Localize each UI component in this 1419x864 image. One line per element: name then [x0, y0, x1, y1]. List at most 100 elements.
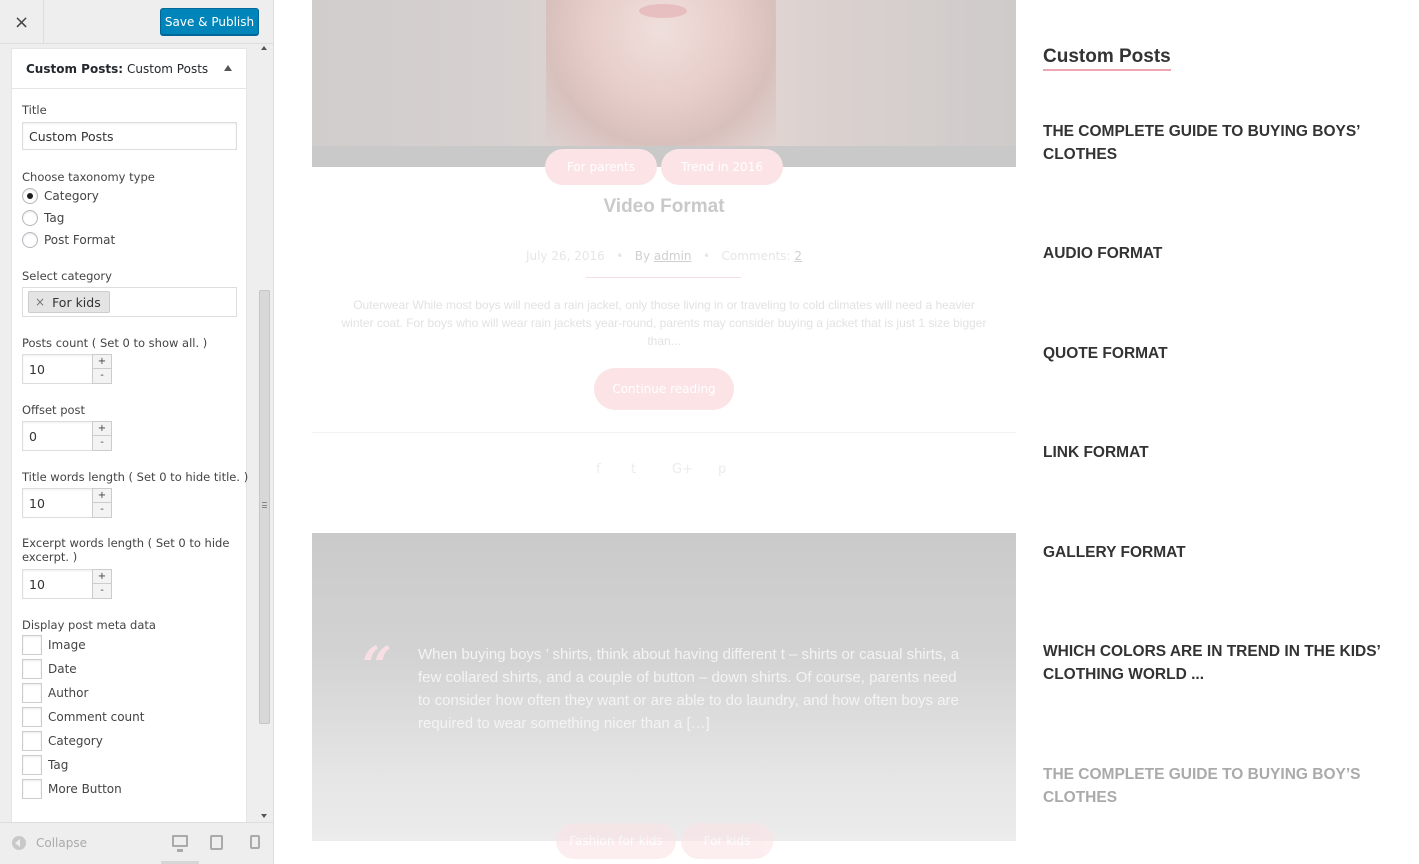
radio-tag[interactable]	[22, 210, 38, 226]
increment-button[interactable]: +	[93, 355, 111, 369]
meta-option-tag[interactable]: Tag	[22, 755, 68, 775]
radio-label: Category	[44, 189, 99, 203]
quote-post: “ When buying boys ’ shirts, think about…	[312, 533, 1016, 841]
customizer-root: × Save & Publish Custom Posts: Custom Po…	[0, 0, 1419, 864]
sidebar-post-link[interactable]: Gallery Format	[1043, 541, 1383, 564]
comments-count-link[interactable]: 2	[794, 249, 802, 263]
checkbox-category[interactable]	[22, 731, 42, 751]
post-featured-image[interactable]	[312, 0, 1016, 167]
desktop-preview-icon[interactable]	[172, 835, 188, 852]
scrollbar-thumb[interactable]	[259, 290, 270, 724]
decrement-button[interactable]: -	[93, 436, 111, 450]
mobile-preview-icon[interactable]	[250, 835, 260, 849]
pinterest-icon[interactable]: p	[718, 462, 726, 477]
title-label: Title	[22, 103, 47, 117]
panel-footer: Collapse	[0, 822, 273, 864]
remove-tag-icon[interactable]: ×	[35, 295, 45, 309]
meta-option-comment-count[interactable]: Comment count	[22, 707, 144, 727]
close-icon[interactable]: ×	[0, 0, 44, 44]
category-pill[interactable]: Trend in 2016	[661, 149, 783, 185]
title-words-label: Title words length ( Set 0 to hide title…	[22, 470, 249, 484]
checkbox-label: More Button	[48, 782, 122, 796]
increment-button[interactable]: +	[93, 489, 111, 503]
checkbox-more-button[interactable]	[22, 779, 42, 799]
decrement-button[interactable]: -	[93, 369, 111, 383]
category-label: Select category	[22, 269, 112, 283]
checkbox-label: Author	[48, 686, 89, 700]
increment-button[interactable]: +	[93, 570, 111, 584]
post-title[interactable]: Video Format	[312, 196, 1016, 218]
quote-text: When buying boys ’ shirts, think about h…	[418, 646, 960, 732]
panel-scrollbar[interactable]	[257, 44, 273, 822]
excerpt-words-input[interactable]: 10	[22, 569, 94, 599]
taxonomy-option-tag[interactable]: Tag	[22, 210, 64, 226]
continue-reading-button[interactable]: Continue reading	[594, 368, 734, 410]
post-date: July 26, 2016	[525, 249, 605, 263]
post-excerpt: Outerwear While most boys will need a ra…	[341, 298, 987, 348]
comments-label: Comments:	[721, 249, 791, 263]
offset-label: Offset post	[22, 403, 86, 417]
custom-posts-widget: Custom Posts: Custom Posts Title Custom …	[11, 48, 249, 822]
offset-stepper: 0 + -	[22, 421, 113, 451]
decrement-button[interactable]: -	[93, 503, 111, 517]
checkbox-image[interactable]	[22, 635, 42, 655]
taxonomy-option-category[interactable]: Category	[22, 188, 99, 204]
customizer-panel: × Save & Publish Custom Posts: Custom Po…	[0, 0, 274, 864]
sidebar-post-link[interactable]: The complete guide to buying boys’ cloth…	[1043, 120, 1383, 166]
checkbox-label: Date	[48, 662, 77, 676]
sidebar-post-link[interactable]: Which colors are in trend in the kids’ c…	[1043, 640, 1383, 686]
radio-post-format[interactable]	[22, 232, 38, 248]
site-preview: For parents Trend in 2016 Video Format J…	[274, 0, 1419, 864]
title-words-stepper: 10 + -	[22, 488, 113, 518]
post-author-link[interactable]: admin	[654, 249, 692, 263]
collapse-button[interactable]: Collapse	[12, 836, 87, 850]
post-by: By	[634, 249, 651, 263]
google-plus-icon[interactable]: G+	[672, 462, 693, 477]
sidebar-post-link[interactable]: Link Format	[1043, 441, 1383, 464]
category-select[interactable]: × For kids	[22, 287, 237, 317]
category-tag: × For kids	[28, 291, 110, 313]
scroll-down-arrow-icon[interactable]	[261, 814, 267, 818]
grip-icon	[262, 502, 267, 508]
title-input[interactable]: Custom Posts	[22, 122, 237, 150]
decrement-button[interactable]: -	[93, 584, 111, 598]
sidebar-post-link[interactable]: Quote Format	[1043, 342, 1383, 365]
category-pill[interactable]: For kids	[681, 823, 773, 859]
widget-title-prefix: Custom Posts:	[26, 61, 124, 76]
radio-category[interactable]	[22, 188, 38, 204]
scroll-up-arrow-icon[interactable]	[261, 46, 267, 50]
increment-button[interactable]: +	[93, 422, 111, 436]
title-words-input[interactable]: 10	[22, 488, 94, 518]
collapse-arrow-icon[interactable]	[224, 65, 232, 71]
collapse-arrow-icon	[12, 836, 26, 850]
sidebar-post-link[interactable]: The complete guide to buying boy’s cloth…	[1043, 763, 1383, 809]
posts-count-stepper: 10 + -	[22, 354, 113, 384]
sidebar-post-link[interactable]: Audio Format	[1043, 242, 1383, 265]
meta-option-image[interactable]: Image	[22, 635, 86, 655]
facebook-icon[interactable]: f	[596, 462, 601, 477]
posts-count-input[interactable]: 10	[22, 354, 94, 384]
save-publish-button[interactable]: Save & Publish	[160, 8, 259, 35]
twitter-icon[interactable]: t	[631, 462, 636, 477]
meta-divider	[586, 277, 741, 278]
widget-title-name: Custom Posts	[127, 61, 209, 76]
checkbox-date[interactable]	[22, 659, 42, 679]
meta-option-author[interactable]: Author	[22, 683, 88, 703]
meta-option-date[interactable]: Date	[22, 659, 77, 679]
offset-input[interactable]: 0	[22, 421, 94, 451]
checkbox-tag[interactable]	[22, 755, 42, 775]
category-pill[interactable]: Fashion for kids	[556, 823, 676, 859]
post-divider	[312, 432, 1016, 433]
checkbox-comment-count[interactable]	[22, 707, 42, 727]
taxonomy-option-post-format[interactable]: Post Format	[22, 232, 115, 248]
widget-header[interactable]: Custom Posts: Custom Posts	[12, 49, 246, 89]
meta-option-category[interactable]: Category	[22, 731, 103, 751]
category-pill[interactable]: For parents	[545, 149, 657, 185]
taxonomy-label: Choose taxonomy type	[22, 170, 155, 184]
meta-option-more-button[interactable]: More Button	[22, 779, 122, 799]
meta-label: Display post meta data	[22, 618, 156, 632]
title-words-spinner: + -	[92, 488, 112, 518]
checkbox-label: Category	[48, 734, 103, 748]
checkbox-author[interactable]	[22, 683, 42, 703]
tablet-preview-icon[interactable]	[210, 835, 223, 850]
